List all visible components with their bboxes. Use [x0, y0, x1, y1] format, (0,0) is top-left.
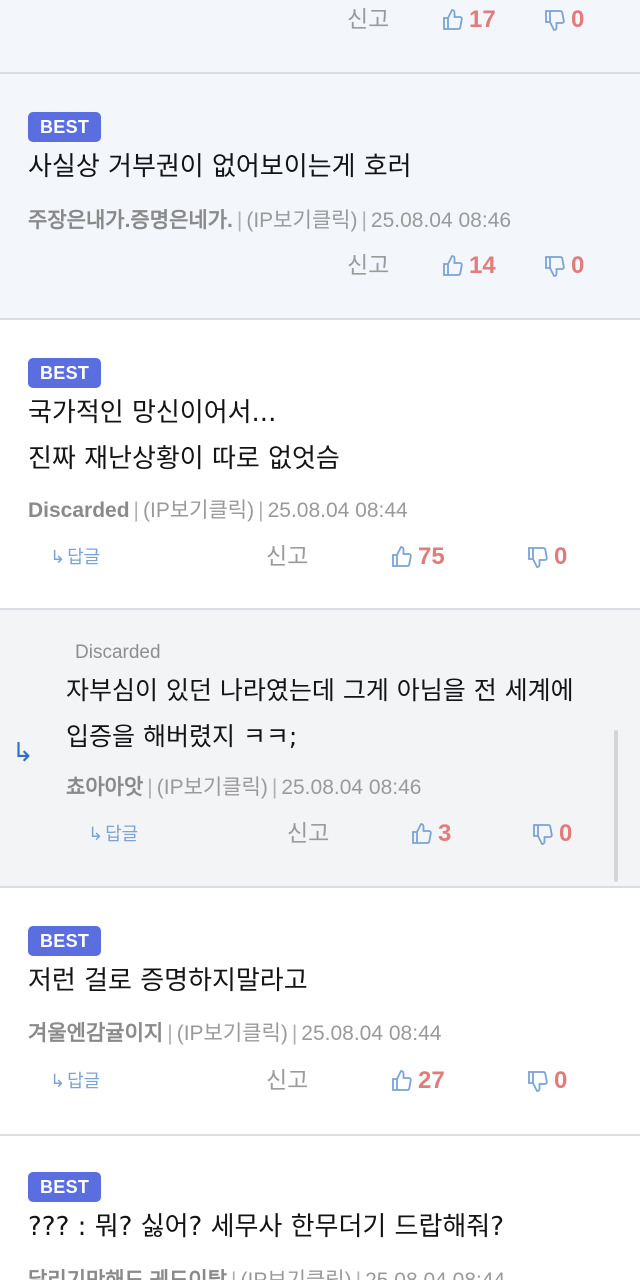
reply-button[interactable]: ↳ 답글 [50, 1067, 100, 1097]
reply-arrow-icon: ↳ [88, 824, 104, 845]
comment-card-5: BEST ??? : 뭐? 싫어? 세무사 한무더기 드랍해줘? 달리기만해도 … [0, 1136, 640, 1280]
thumbs-down-icon [543, 254, 567, 278]
best-badge: BEST [28, 1172, 102, 1202]
comment-text: 국가적인 망신이어서... 진짜 재난상황이 따로 없엇슴 [28, 398, 340, 474]
thumbs-up-icon [410, 822, 434, 846]
like-button[interactable]: 14 [441, 251, 496, 281]
like-button[interactable]: 17 [441, 5, 496, 35]
comment-text: 자부심이 있던 나라였는데 그게 아님을 전 세계에 입증을 해버렸지 ㅋㅋ; [66, 676, 574, 751]
like-button[interactable]: 75 [390, 542, 445, 572]
comment-text: 사실상 거부권이 없어보이는게 호러 [28, 152, 412, 182]
comment-meta: 쵸아아앗 | (IP보기클릭) | 25.08.04 08:46 [66, 776, 422, 799]
ip-toggle[interactable]: (IP보기클릭) [241, 1269, 352, 1280]
comment-card-4: BEST 저런 걸로 증명하지말라고 겨울엔감귤이지 | (IP보기클릭) | 25.0… [0, 888, 640, 1136]
reply-button[interactable]: ↳ 답글 [88, 820, 138, 850]
comment-meta: 달리기만해도 궤도이탈|(IP보기클릭)|25.08.04 08:44 [28, 1264, 505, 1280]
scrollbar[interactable] [614, 730, 618, 882]
author-name[interactable]: 쵸아아앗 [66, 776, 143, 799]
comment-meta: Discarded | (IP보기클릭) | 25.08.04 08:44 [28, 499, 408, 522]
report-button[interactable]: 신고 [347, 5, 389, 35]
best-badge: BEST [28, 112, 102, 142]
ip-toggle[interactable]: (IP보기클릭) [157, 776, 268, 799]
comment-text: 저런 걸로 증명하지말라고 [28, 966, 308, 996]
comment-datetime: 25.08.04 08:46 [370, 209, 512, 232]
report-button[interactable]: 신고 [266, 1066, 308, 1096]
reply-arrow-icon: ↳ [50, 547, 66, 568]
dislike-button[interactable]: 0 [543, 251, 584, 281]
report-button[interactable]: 신고 [347, 251, 389, 281]
comment-meta: 겨울엔감귤이지 | (IP보기클릭) | 25.08.04 08:44 [28, 1022, 442, 1045]
author-name[interactable]: 달리기만해도 궤도이탈 [28, 1269, 227, 1280]
author-name[interactable]: 겨울엔감귤이지 [28, 1022, 163, 1045]
comment-card-2: BEST 국가적인 망신이어서... 진짜 재난상황이 따로 없엇슴 Disca… [0, 320, 640, 610]
reply-parent-author: Discarded [75, 642, 161, 663]
thumbs-down-icon [526, 545, 550, 569]
comment-meta: 주장은내가.증명은네가. | (IP보기클릭) | 25.08.04 08:46 [28, 209, 512, 232]
comment-card-0: 신고 17 0 [0, 0, 640, 74]
thumbs-down-icon [526, 1069, 550, 1093]
comment-datetime: 25.08.04 08:46 [281, 776, 422, 799]
dislike-button[interactable]: 0 [526, 542, 567, 572]
like-button[interactable]: 3 [410, 819, 451, 849]
ip-toggle[interactable]: (IP보기클릭) [143, 499, 254, 522]
ip-toggle[interactable]: (IP보기클릭) [246, 209, 357, 232]
thumbs-up-icon [441, 8, 465, 32]
thumbs-down-icon [543, 8, 567, 32]
ip-toggle[interactable]: (IP보기클릭) [177, 1022, 288, 1045]
best-badge: BEST [28, 358, 102, 388]
author-name[interactable]: 주장은내가.증명은네가. [28, 209, 233, 232]
thumbs-up-icon [441, 254, 465, 278]
reply-button[interactable]: ↳ 답글 [50, 543, 100, 573]
best-badge: BEST [28, 926, 102, 956]
reply-card: Discarded ↳ 자부심이 있던 나라였는데 그게 아님을 전 세계에 입… [0, 610, 640, 888]
reply-indicator-icon: ↳ [12, 738, 34, 768]
author-name[interactable]: Discarded [28, 499, 130, 522]
reply-arrow-icon: ↳ [50, 1071, 66, 1092]
comment-text: ??? : 뭐? 싫어? 세무사 한무더기 드랍해줘? [28, 1212, 505, 1242]
comment-datetime: 25.08.04 08:44 [267, 499, 408, 522]
thumbs-up-icon [390, 1069, 414, 1093]
report-button[interactable]: 신고 [266, 542, 308, 572]
comment-card-1: BEST 사실상 거부권이 없어보이는게 호러 주장은내가.증명은네가. | (IP… [0, 74, 640, 320]
thumbs-up-icon [390, 545, 414, 569]
comment-datetime: 25.08.04 08:44 [301, 1022, 442, 1045]
dislike-button[interactable]: 0 [531, 819, 572, 849]
dislike-button[interactable]: 0 [543, 5, 584, 35]
thumbs-down-icon [531, 822, 555, 846]
like-button[interactable]: 27 [390, 1066, 445, 1096]
report-button[interactable]: 신고 [287, 819, 329, 849]
comment-datetime: 25.08.04 08:44 [365, 1269, 505, 1280]
dislike-button[interactable]: 0 [526, 1066, 567, 1096]
